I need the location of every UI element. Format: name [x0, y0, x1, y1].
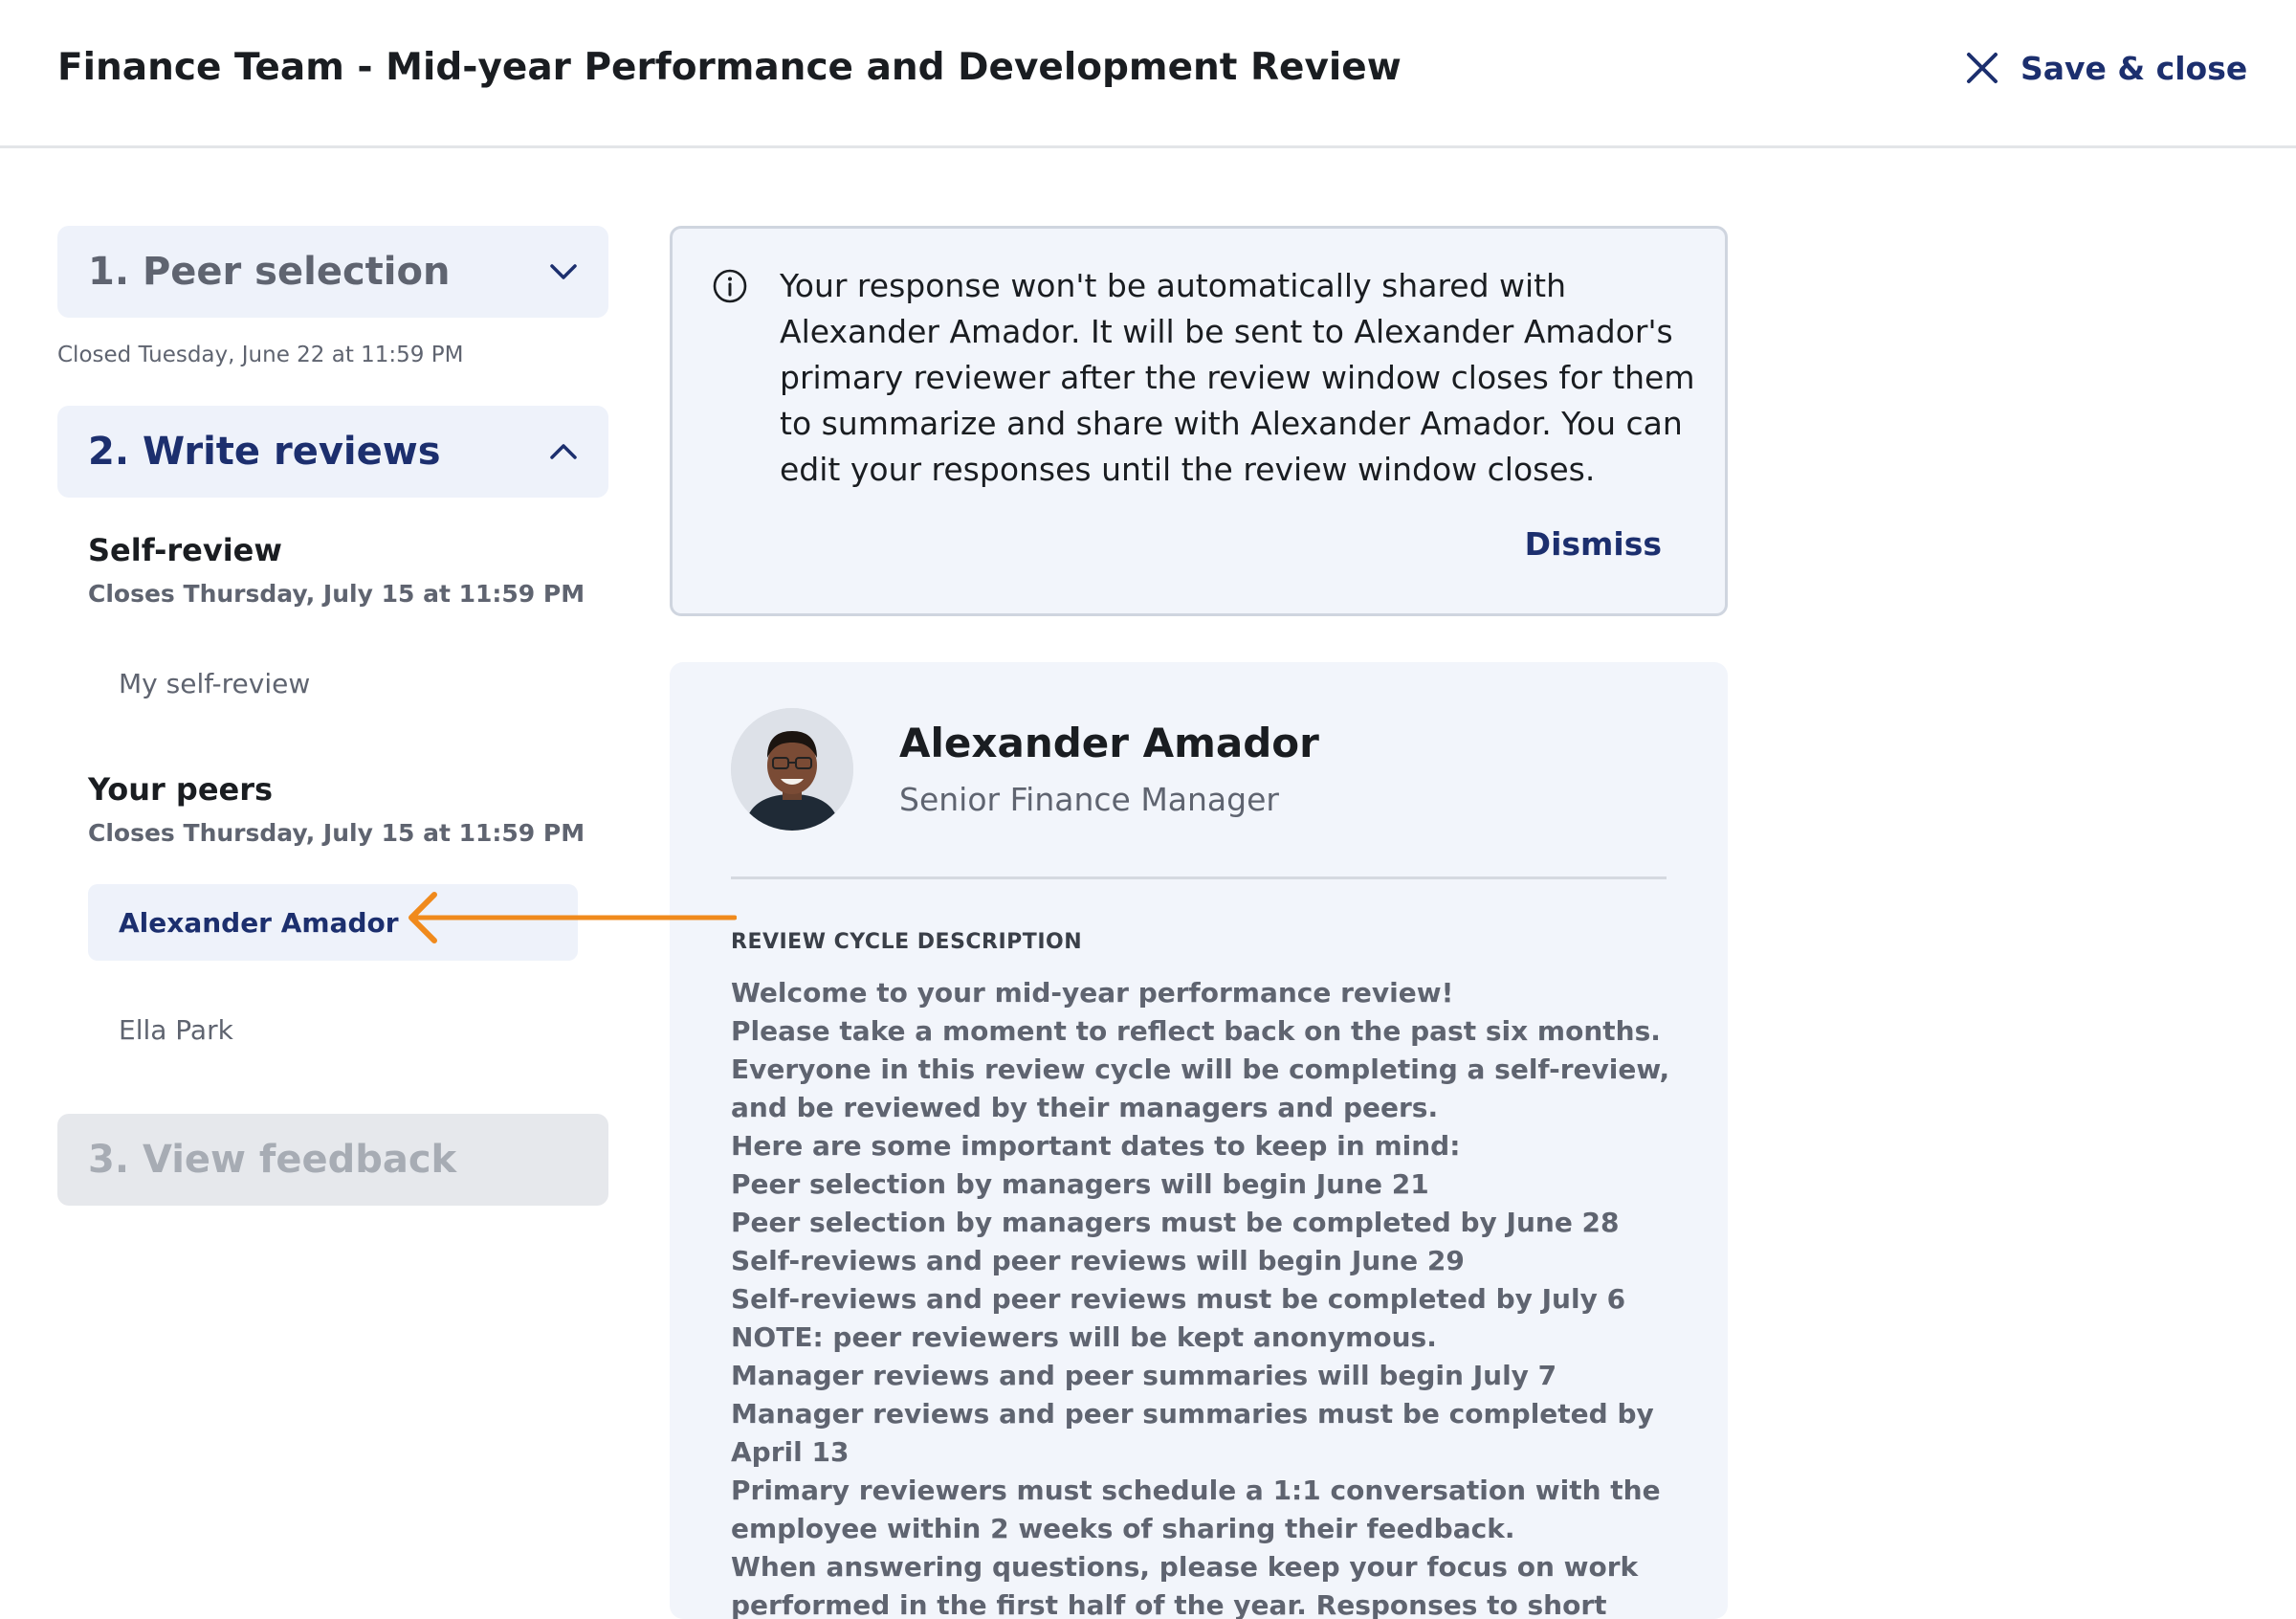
top-bar: Finance Team - Mid-year Performance and …	[0, 0, 2296, 148]
chevron-up-icon	[550, 444, 577, 459]
step-view-feedback-label: 3. View feedback	[88, 1138, 457, 1182]
annotation-arrow-icon	[408, 892, 737, 943]
step-peer-selection-label: 1. Peer selection	[88, 250, 451, 294]
description-line: Peer selection by managers will begin Ju…	[731, 1168, 1429, 1200]
description-line: Here are some important dates to keep in…	[731, 1130, 1461, 1162]
self-review-group-title: Self-review	[88, 532, 282, 568]
step-view-feedback: 3. View feedback	[57, 1114, 608, 1206]
page-title: Finance Team - Mid-year Performance and …	[57, 46, 1402, 89]
avatar	[731, 708, 853, 831]
card-divider	[731, 876, 1667, 879]
description-line: Manager reviews and peer summaries must …	[731, 1398, 1654, 1468]
reviewee-card: Alexander Amador Senior Finance Manager …	[670, 662, 1728, 1619]
info-banner: Your response won't be automatically sha…	[670, 226, 1728, 616]
description-line: Peer selection by managers must be compl…	[731, 1207, 1620, 1238]
step-write-reviews-label: 2. Write reviews	[88, 430, 441, 474]
step-write-reviews[interactable]: 2. Write reviews	[57, 406, 608, 498]
description-line: Primary reviewers must schedule a 1:1 co…	[731, 1475, 1661, 1544]
peers-closes: Closes Thursday, July 15 at 11:59 PM	[88, 819, 585, 847]
description-line: NOTE: peer reviewers will be kept anonym…	[731, 1321, 1437, 1353]
description-line: Please take a moment to reflect back on …	[731, 1015, 1670, 1123]
dismiss-button[interactable]: Dismiss	[1525, 525, 1662, 563]
nav-item-ella-park[interactable]: Ella Park	[88, 991, 578, 1068]
close-icon	[1967, 53, 1998, 83]
reviewee-role: Senior Finance Manager	[899, 781, 1279, 818]
peers-group-title: Your peers	[88, 771, 274, 808]
step-peer-selection[interactable]: 1. Peer selection	[57, 226, 608, 318]
chevron-down-icon	[550, 264, 577, 279]
description-line: Self-reviews and peer reviews will begin…	[731, 1245, 1465, 1276]
self-review-closes: Closes Thursday, July 15 at 11:59 PM	[88, 580, 585, 608]
description-line: When answering questions, please keep yo…	[731, 1551, 1639, 1619]
description-line: Manager reviews and peer summaries will …	[731, 1360, 1557, 1391]
reviewee-name: Alexander Amador	[899, 720, 1319, 766]
peer-selection-closed-note: Closed Tuesday, June 22 at 11:59 PM	[57, 343, 464, 367]
info-icon	[713, 269, 747, 303]
save-close-button[interactable]: Save & close	[1963, 46, 2247, 90]
nav-item-my-self-review[interactable]: My self-review	[88, 645, 578, 721]
description-line: Welcome to your mid-year performance rev…	[731, 977, 1454, 1009]
banner-message: Your response won't be automatically sha…	[780, 267, 1695, 488]
review-cycle-description-label: REVIEW CYCLE DESCRIPTION	[731, 930, 1083, 954]
description-line: Self-reviews and peer reviews must be co…	[731, 1283, 1626, 1315]
save-close-label: Save & close	[2020, 49, 2248, 87]
review-cycle-description: Welcome to your mid-year performance rev…	[731, 974, 1688, 1619]
